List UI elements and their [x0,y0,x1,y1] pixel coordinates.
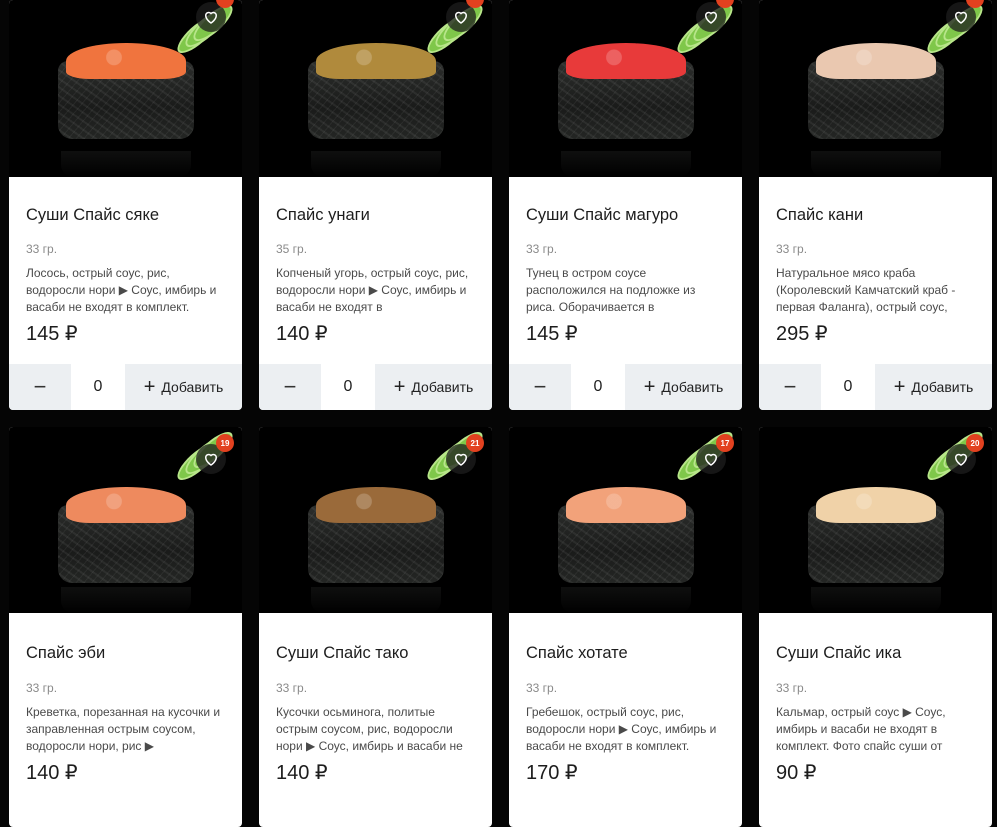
product-card[interactable]: Спайс кани 33 гр. Натуральное мясо краба… [759,0,992,410]
quantity-value[interactable]: 0 [321,364,375,410]
product-title[interactable]: Суши Спайс ика [776,644,901,663]
quantity-controls: − 0 + Добавить [9,364,242,410]
decrease-button[interactable]: − [759,364,821,410]
product-weight: 33 гр. [26,681,58,695]
sushi-image [57,43,194,139]
product-weight: 33 гр. [776,242,808,256]
heart-icon [954,11,968,24]
product-price: 140 ₽ [276,323,328,345]
product-card[interactable]: 19 Спайс эби 33 гр. Креветка, порезанная… [9,427,242,827]
heart-icon [704,11,718,24]
product-description: Лосось, острый соус, рис, водоросли нори… [26,266,217,314]
product-description: Креветка, порезанная на кусочки и заправ… [26,705,221,753]
sushi-image [307,487,444,583]
heart-icon [704,453,718,466]
add-to-cart-button[interactable]: + Добавить [625,364,742,410]
product-card[interactable]: Суши Спайс сяке 33 гр. Лосось, острый со… [9,0,242,410]
product-price: 140 ₽ [26,762,78,784]
plus-icon: + [393,376,406,398]
product-title[interactable]: Суши Спайс тако [276,644,408,663]
sushi-image [557,487,694,583]
product-description: Кусочки осьминога, политые острым соусом… [276,705,463,753]
product-weight: 33 гр. [776,681,808,695]
product-card[interactable]: 17 Спайс хотате 33 гр. Гребешок, острый … [509,427,742,827]
product-photo[interactable] [759,0,992,177]
heart-icon [954,453,968,466]
product-price: 140 ₽ [276,762,328,784]
sushi-image [557,43,694,139]
product-weight: 33 гр. [26,242,58,256]
add-label: Добавить [411,379,474,395]
product-card[interactable]: Спайс унаги 35 гр. Копченый угорь, остры… [259,0,492,410]
add-to-cart-button[interactable]: + Добавить [375,364,492,410]
product-price: 145 ₽ [526,323,578,345]
quantity-controls: − 0 + Добавить [259,364,492,410]
decrease-button[interactable]: − [509,364,571,410]
quantity-value[interactable]: 0 [571,364,625,410]
product-title[interactable]: Суши Спайс сяке [26,206,159,225]
product-price: 145 ₽ [26,323,78,345]
quantity-value[interactable]: 0 [821,364,875,410]
product-card[interactable]: 21 Суши Спайс тако 33 гр. Кусочки осьмин… [259,427,492,827]
product-card[interactable]: Суши Спайс магуро 33 гр. Тунец в остром … [509,0,742,410]
product-description: Тунец в остром соусе расположился на под… [526,266,696,314]
product-weight: 33 гр. [526,242,558,256]
product-description: Натуральное мясо краба (Королевский Камч… [776,266,956,314]
product-weight: 35 гр. [276,242,308,256]
product-photo[interactable]: 19 [9,427,242,613]
product-photo[interactable]: 20 [759,427,992,613]
sushi-image [57,487,194,583]
favorite-count-badge: 17 [716,434,734,452]
decrease-button[interactable]: − [259,364,321,410]
quantity-controls: − 0 + Добавить [509,364,742,410]
quantity-controls: − 0 + Добавить [759,364,992,410]
product-title[interactable]: Спайс хотате [526,644,628,663]
product-title[interactable]: Спайс унаги [276,206,370,225]
product-price: 90 ₽ [776,762,817,784]
heart-icon [454,453,468,466]
quantity-value[interactable]: 0 [71,364,125,410]
sushi-image [807,43,944,139]
product-photo[interactable]: 21 [259,427,492,613]
plus-icon: + [893,376,906,398]
product-photo[interactable] [9,0,242,177]
product-photo[interactable] [259,0,492,177]
sushi-image [307,43,444,139]
add-to-cart-button[interactable]: + Добавить [875,364,992,410]
product-weight: 33 гр. [526,681,558,695]
sushi-image [807,487,944,583]
favorite-count-badge: 21 [466,434,484,452]
product-price: 170 ₽ [526,762,578,784]
favorite-count-badge: 20 [966,434,984,452]
add-label: Добавить [911,379,974,395]
product-photo[interactable]: 17 [509,427,742,613]
product-description: Гребешок, острый соус, рис, водоросли но… [526,705,717,753]
heart-icon [204,453,218,466]
heart-icon [204,11,218,24]
product-title[interactable]: Спайс кани [776,206,863,225]
plus-icon: + [643,376,656,398]
product-description: Копченый угорь, острый соус, рис, водоро… [276,266,469,314]
add-label: Добавить [661,379,724,395]
decrease-button[interactable]: − [9,364,71,410]
product-title[interactable]: Суши Спайс магуро [526,206,678,225]
plus-icon: + [143,376,156,398]
favorite-count-badge: 19 [216,434,234,452]
product-description: Кальмар, острый соус ▶ Соус, имбирь и ва… [776,705,946,753]
product-weight: 33 гр. [276,681,308,695]
product-title[interactable]: Спайс эби [26,644,105,663]
add-label: Добавить [161,379,224,395]
product-price: 295 ₽ [776,323,828,345]
product-card[interactable]: 20 Суши Спайс ика 33 гр. Кальмар, острый… [759,427,992,827]
heart-icon [454,11,468,24]
product-photo[interactable] [509,0,742,177]
add-to-cart-button[interactable]: + Добавить [125,364,242,410]
